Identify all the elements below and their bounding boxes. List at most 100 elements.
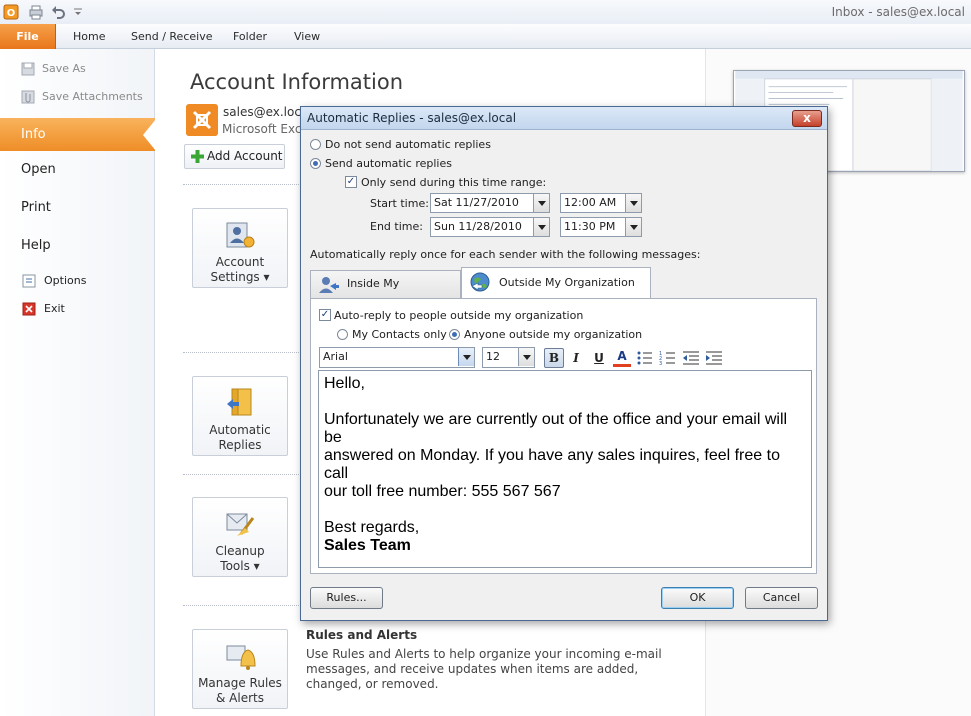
account-email: sales@ex.local	[223, 105, 312, 119]
ok-button[interactable]: OK	[661, 587, 734, 609]
font-color-button[interactable]: A	[613, 347, 631, 367]
dropdown-arrow-icon[interactable]	[533, 218, 549, 236]
dropdown-arrow-icon[interactable]	[533, 194, 549, 212]
manage-rules-button[interactable]: Manage Rules & Alerts	[192, 629, 288, 709]
start-date-picker[interactable]: Sat 11/27/2010	[430, 193, 550, 213]
save-as-icon	[21, 62, 35, 76]
account-settings-label-1: Account	[215, 255, 265, 269]
anyone-outside-label: Anyone outside my organization	[464, 328, 643, 341]
customize-toolbar-icon[interactable]	[70, 4, 86, 20]
nav-save-as-label: Save As	[42, 62, 86, 75]
tab-send-receive[interactable]: Send / Receive	[131, 30, 212, 43]
dialog-title: Automatic Replies - sales@ex.local	[307, 111, 517, 125]
end-time-select[interactable]: 11:30 PM	[560, 217, 642, 237]
save-attachments-icon	[21, 90, 35, 104]
automatic-replies-label-2: Replies	[218, 438, 262, 452]
automatic-replies-button[interactable]: Automatic Replies	[192, 376, 288, 456]
backstage-nav: Save As Save Attachments Info Open Print…	[0, 49, 156, 716]
message-line: Unfortunately we are currently out of th…	[324, 411, 788, 446]
manage-rules-label-1: Manage Rules	[198, 676, 282, 690]
end-time-value: 11:30 PM	[564, 220, 616, 233]
outside-organization-icon	[470, 272, 490, 292]
message-signature: Sales Team	[324, 537, 411, 554]
automatic-replies-icon	[227, 388, 252, 416]
bold-button[interactable]: B	[544, 348, 564, 368]
tab-file[interactable]: File	[0, 24, 56, 49]
nav-info-selection-arrow	[143, 119, 156, 151]
cancel-button[interactable]: Cancel	[745, 587, 818, 609]
nav-exit-label: Exit	[44, 302, 65, 315]
checkbox-time-range[interactable]: ✓	[345, 176, 357, 188]
checkbox-auto-reply-outside[interactable]: ✓	[319, 309, 331, 321]
message-editor[interactable]: Hello, Unfortunately we are currently ou…	[318, 370, 812, 568]
dropdown-arrow-icon[interactable]	[625, 194, 641, 212]
underline-button[interactable]: U	[590, 349, 608, 367]
exit-icon	[22, 302, 36, 316]
nav-help[interactable]: Help	[21, 238, 51, 253]
start-time-value: 12:00 AM	[564, 196, 617, 209]
rules-button[interactable]: Rules...	[310, 587, 383, 609]
automatic-replies-label-1: Automatic	[209, 423, 271, 437]
outlook-app-icon[interactable]: O	[3, 4, 19, 20]
nav-print[interactable]: Print	[21, 200, 51, 215]
font-value: Arial	[323, 350, 348, 363]
close-button[interactable]: x	[792, 110, 822, 127]
dialog-titlebar: Automatic Replies - sales@ex.local x	[301, 107, 827, 130]
account-settings-button[interactable]: Account Settings ▾	[192, 208, 288, 288]
account-type: Microsoft Exch	[222, 122, 310, 136]
add-account-label: Add Account	[207, 149, 283, 163]
options-icon	[22, 274, 36, 288]
radio-send[interactable]	[310, 158, 321, 169]
radio-anyone-outside[interactable]	[449, 329, 460, 340]
rules-alerts-icon	[226, 645, 256, 670]
dropdown-arrow-icon[interactable]	[625, 218, 641, 236]
font-select[interactable]: Arial	[319, 347, 475, 368]
dropdown-arrow-icon[interactable]	[518, 348, 534, 366]
dropdown-arrow-icon[interactable]	[458, 348, 474, 366]
auto-reply-outside-label: Auto-reply to people outside my organiza…	[334, 309, 584, 322]
title-bar: O Inbox - sales@ex.local	[0, 0, 971, 24]
decrease-indent-icon[interactable]	[682, 349, 700, 367]
tab-view[interactable]: View	[294, 30, 320, 43]
nav-open[interactable]: Open	[21, 162, 56, 177]
tab-outside-organization[interactable]: Outside My Organization (On)	[461, 267, 651, 319]
rules-alerts-description: Use Rules and Alerts to help organize yo…	[306, 647, 662, 691]
automatic-replies-dialog: Automatic Replies - sales@ex.local x Do …	[300, 106, 828, 621]
nav-exit[interactable]: Exit	[22, 302, 65, 316]
tab-home[interactable]: Home	[73, 30, 105, 43]
start-date-value: Sat 11/27/2010	[434, 196, 519, 209]
window-title: Inbox - sales@ex.local	[831, 5, 965, 19]
radio-do-not-send[interactable]	[310, 139, 321, 150]
account-settings-icon	[226, 222, 255, 248]
nav-options[interactable]: Options	[22, 274, 86, 288]
bullets-icon[interactable]	[636, 349, 654, 367]
end-date-picker[interactable]: Sun 11/28/2010	[430, 217, 550, 237]
radio-my-contacts[interactable]	[337, 329, 348, 340]
account-settings-label-2: Settings ▾	[210, 270, 270, 284]
undo-icon[interactable]	[50, 4, 66, 20]
tab-inside-organization[interactable]: Inside My Organization	[310, 270, 461, 316]
send-label: Send automatic replies	[325, 157, 452, 170]
numbering-icon[interactable]: 123	[659, 349, 677, 367]
tab-folder[interactable]: Folder	[233, 30, 267, 43]
svg-text:O: O	[7, 8, 16, 19]
start-time-select[interactable]: 12:00 AM	[560, 193, 642, 213]
exchange-account-icon	[186, 104, 218, 136]
svg-text:3: 3	[659, 361, 662, 367]
cleanup-tools-button[interactable]: Cleanup Tools ▾	[192, 497, 288, 577]
font-size-select[interactable]: 12	[482, 347, 535, 368]
message-line: our toll free number: 555 567 567	[324, 483, 561, 500]
nav-save-as[interactable]: Save As	[20, 61, 86, 77]
message-line: Best regards,	[324, 519, 420, 536]
print-icon[interactable]	[28, 4, 44, 20]
nav-save-attachments[interactable]: Save Attachments	[20, 89, 143, 105]
italic-button[interactable]: I	[567, 349, 585, 367]
message-line: Hello,	[324, 375, 365, 392]
increase-indent-icon[interactable]	[705, 349, 723, 367]
cleanup-tools-icon	[226, 513, 255, 536]
nav-info[interactable]: Info	[0, 118, 155, 151]
add-account-button[interactable]: Add Account	[184, 144, 285, 169]
font-size-value: 12	[486, 350, 500, 363]
